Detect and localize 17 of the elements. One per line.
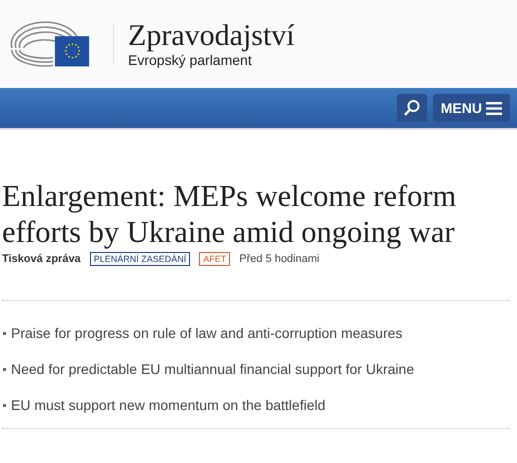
- highlight-text: Praise for progress on rule of law and anti-corruption measures: [11, 324, 402, 343]
- menu-button[interactable]: MENU: [432, 94, 510, 122]
- tag[interactable]: AFET: [199, 252, 230, 266]
- site-subtitle: Evropský parlament: [128, 52, 253, 68]
- bullet-icon: [3, 332, 6, 335]
- highlight-text: Need for predictable EU multiannual financial support for Ukraine: [11, 360, 414, 379]
- tag[interactable]: PLENÁRNÍ ZASEDÁNÍ: [90, 252, 190, 266]
- article-type: Tisková zpráva: [2, 253, 81, 265]
- site-title: Zpravodajství: [128, 20, 295, 52]
- bullet-icon: [3, 368, 6, 371]
- publish-time: Před 5 hodinami: [239, 253, 320, 265]
- search-button[interactable]: [396, 94, 427, 122]
- search-icon: [402, 99, 421, 117]
- article-title: Enlargement: MEPs welcome reform efforts by Ukraine amid ongoing war: [2, 178, 458, 250]
- highlight-text: EU must support new momentum on the battlefield: [11, 396, 326, 415]
- bullet-icon: [3, 404, 6, 407]
- menu-icon: [486, 102, 502, 114]
